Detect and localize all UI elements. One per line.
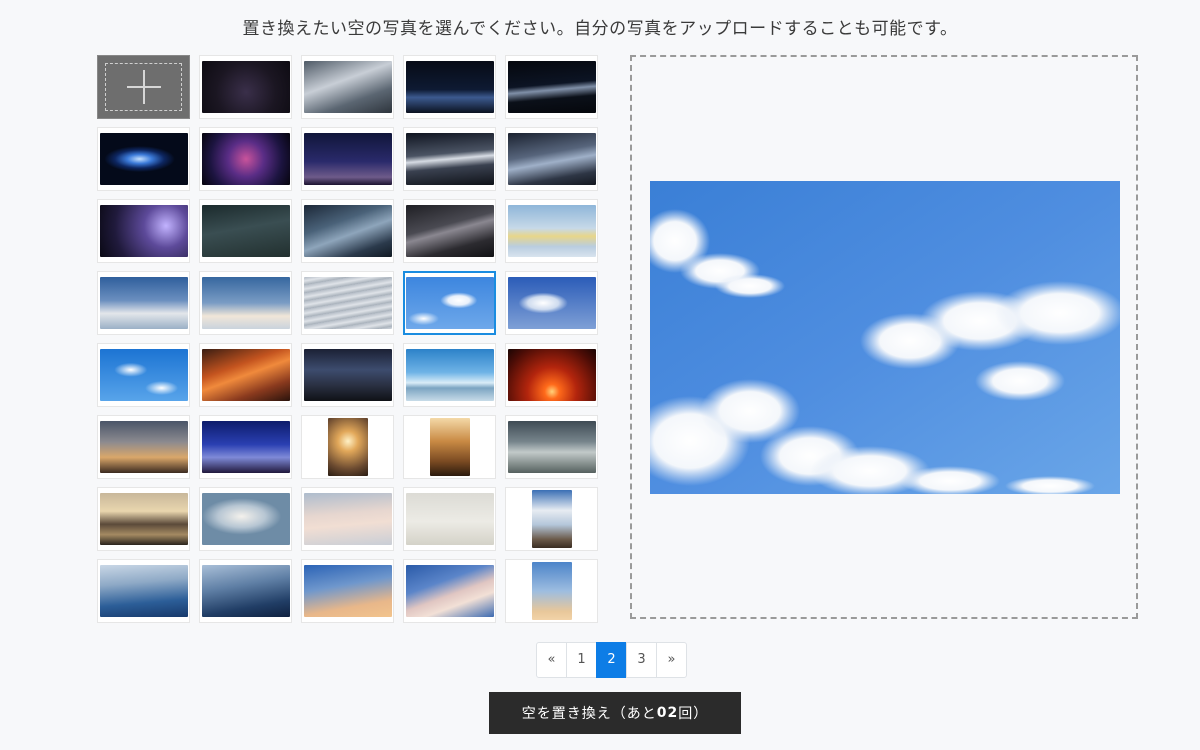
sky-thumbnail-image <box>507 421 596 473</box>
sky-thumbnail-image <box>507 205 596 257</box>
sky-thumbnail-image <box>507 61 596 113</box>
sky-thumbnail-mackerel-clouds[interactable] <box>301 271 394 335</box>
sky-thumbnail-lightning-blue[interactable] <box>505 127 598 191</box>
replace-sky-button[interactable]: 空を置き換え（あと 02 回） <box>489 692 741 734</box>
sky-thumbnail-nebula[interactable] <box>199 127 292 191</box>
sky-thumbnail-image <box>201 133 290 185</box>
sky-thumbnail-night-glow-horizon[interactable] <box>403 55 496 119</box>
sky-thumbnail-deep-blue-clouds[interactable] <box>199 559 292 623</box>
sky-thumbnail-dark-lightning[interactable] <box>403 199 496 263</box>
sky-thumbnail-meteor-sky[interactable] <box>301 127 394 191</box>
remaining-count: 02 <box>656 705 679 721</box>
sky-thumbnail-purple-lightning[interactable] <box>97 199 190 263</box>
sky-thumbnail-sunbeams-portrait[interactable] <box>403 415 496 479</box>
sky-thumbnail-lightning-city[interactable] <box>403 127 496 191</box>
sky-thumbnail-dark-teal-storm[interactable] <box>199 199 292 263</box>
sky-thumbnail-dawn-portrait[interactable] <box>505 559 598 623</box>
sky-thumbnail-dark-forest-sky[interactable] <box>301 343 394 407</box>
sky-thumbnail-sunset-cirrus[interactable] <box>301 559 394 623</box>
sky-thumbnail-rainbow[interactable] <box>505 199 598 263</box>
sky-thumbnail-image <box>303 349 392 401</box>
sky-thumbnail-blue-cirrus[interactable] <box>97 559 190 623</box>
sky-thumbnail-image <box>201 565 290 617</box>
sky-thumbnail-image <box>201 349 290 401</box>
replace-sky-label-suffix: 回） <box>678 706 709 722</box>
pagination: « 1 2 3» <box>536 642 687 678</box>
sky-thumbnail-image <box>405 565 494 617</box>
pagination-prev-button[interactable]: « <box>536 642 567 678</box>
sky-thumbnail-image <box>429 418 470 476</box>
sky-thumbnail-dusk-horizon[interactable] <box>97 415 190 479</box>
sky-thumbnail-storm-clouds-gray[interactable] <box>301 55 394 119</box>
sky-thumbnail-canyon-clouds-portrait[interactable] <box>505 487 598 551</box>
sky-thumbnail-image <box>201 61 290 113</box>
sky-thumbnail-image <box>507 277 596 329</box>
sky-thumbnail-image <box>303 493 392 545</box>
sky-thumbnail-puffy-clouds[interactable] <box>97 343 190 407</box>
sky-thumbnail-orange-sunset-clouds[interactable] <box>199 343 292 407</box>
sky-thumbnail-pink-cirrus[interactable] <box>403 559 496 623</box>
sky-thumbnail-cloud-bank-blue[interactable] <box>97 271 190 335</box>
sky-thumbnail-image <box>327 418 368 476</box>
sky-thumbnail-milky-way-band[interactable] <box>505 55 598 119</box>
sky-thumbnail-cloud-bank-warm[interactable] <box>199 271 292 335</box>
sky-thumbnail-image <box>201 421 290 473</box>
preview-panel <box>630 55 1138 619</box>
sky-thumbnail-spiral-galaxy[interactable] <box>97 127 190 191</box>
instruction-text: 置き換えたい空の写真を選んでください。自分の写真をアップロードすることも可能です… <box>242 19 958 39</box>
sky-thumbnail-blue-storm[interactable] <box>301 199 394 263</box>
sky-thumbnail-wispy-clouds[interactable] <box>199 487 292 551</box>
sky-thumbnail-image <box>99 277 188 329</box>
sky-thumbnail-image <box>405 277 494 329</box>
sky-thumbnail-grid <box>97 55 598 623</box>
pagination-next-button[interactable]: » <box>656 642 687 678</box>
sky-preview-image <box>650 181 1120 494</box>
sky-thumbnail-bird-sky[interactable] <box>403 487 496 551</box>
sky-thumbnail-image <box>303 61 392 113</box>
pagination-page-2[interactable]: 2 <box>596 642 627 678</box>
sky-thumbnail-image <box>99 421 188 473</box>
sky-thumbnail-twilight-blue[interactable] <box>199 415 292 479</box>
sky-thumbnail-image <box>507 133 596 185</box>
sky-thumbnail-red-sunset[interactable] <box>505 343 598 407</box>
pagination-page-3[interactable]: 3 <box>626 642 657 678</box>
sky-thumbnail-ocean-horizon[interactable] <box>403 343 496 407</box>
sky-thumbnail-image <box>303 133 392 185</box>
sky-thumbnail-image <box>99 349 188 401</box>
upload-photo-button[interactable] <box>97 55 190 119</box>
sky-thumbnail-image <box>99 133 188 185</box>
replace-sky-label-prefix: 空を置き換え（あと <box>521 706 657 722</box>
sky-thumbnail-image <box>201 277 290 329</box>
sky-thumbnail-image <box>201 493 290 545</box>
sky-thumbnail-pastel-streaks[interactable] <box>301 487 394 551</box>
sky-thumbnail-image <box>405 493 494 545</box>
sky-thumbnail-image <box>99 493 188 545</box>
sky-thumbnail-image <box>405 133 494 185</box>
pagination-page-1[interactable]: 1 <box>566 642 597 678</box>
sky-thumbnail-image <box>531 562 572 620</box>
sky-thumbnail-image <box>507 349 596 401</box>
sky-thumbnail-sun-through-clouds-portrait[interactable] <box>301 415 394 479</box>
sky-thumbnail-image <box>99 565 188 617</box>
sky-thumbnail-blue-sky-cumulus[interactable] <box>505 271 598 335</box>
sky-thumbnail-image <box>405 349 494 401</box>
sky-thumbnail-image <box>531 490 572 548</box>
sky-thumbnail-image <box>405 61 494 113</box>
sky-thumbnail-image <box>405 205 494 257</box>
sky-thumbnail-image <box>99 205 188 257</box>
sky-thumbnail-star-trails[interactable] <box>199 55 292 119</box>
plus-icon <box>126 70 161 104</box>
sky-thumbnail-image <box>201 205 290 257</box>
sky-thumbnail-blue-sky-clouds[interactable] <box>403 271 496 335</box>
sky-thumbnail-image <box>303 565 392 617</box>
sky-thumbnail-image <box>303 277 392 329</box>
sky-thumbnail-image <box>303 205 392 257</box>
sky-thumbnail-god-rays[interactable] <box>505 415 598 479</box>
sky-thumbnail-golden-clouds[interactable] <box>97 487 190 551</box>
